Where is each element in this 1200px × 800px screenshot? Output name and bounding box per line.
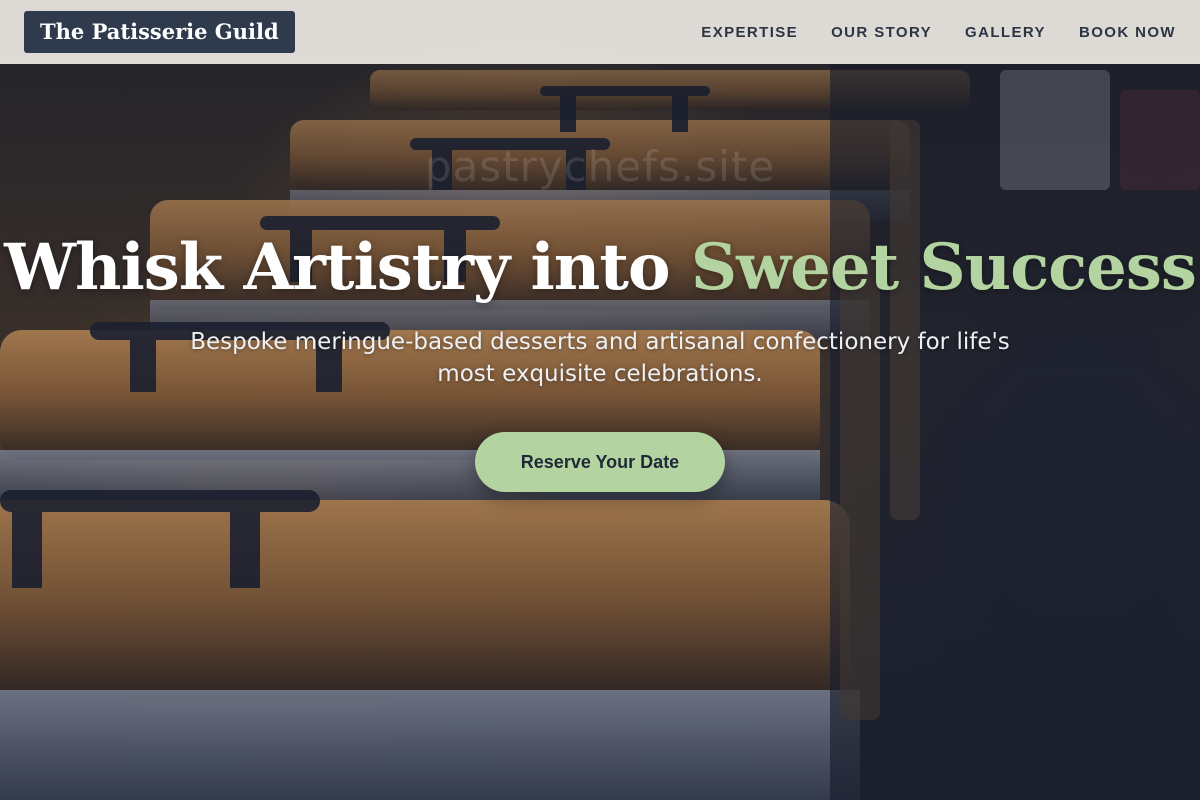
nav-link-book-now[interactable]: BOOK NOW: [1079, 24, 1176, 41]
nav-link-gallery[interactable]: GALLERY: [965, 24, 1046, 41]
nav-link-our-story[interactable]: OUR STORY: [831, 24, 932, 41]
hero-headline: Whisk Artistry into Sweet Success: [0, 232, 1200, 304]
main-nav: EXPERTISE OUR STORY GALLERY BOOK NOW: [701, 24, 1176, 41]
brand-logo[interactable]: The Patisserie Guild: [24, 11, 295, 53]
headline-accent: Sweet Success: [690, 230, 1197, 305]
nav-link-expertise[interactable]: EXPERTISE: [701, 24, 798, 41]
hero-content: Whisk Artistry into Sweet Success Bespok…: [0, 232, 1200, 492]
hero-subtitle: Bespoke meringue-based desserts and arti…: [190, 329, 1010, 387]
reserve-date-button[interactable]: Reserve Your Date: [475, 432, 725, 492]
headline-main: Whisk Artistry into: [4, 230, 691, 305]
top-navbar: The Patisserie Guild EXPERTISE OUR STORY…: [0, 0, 1200, 64]
